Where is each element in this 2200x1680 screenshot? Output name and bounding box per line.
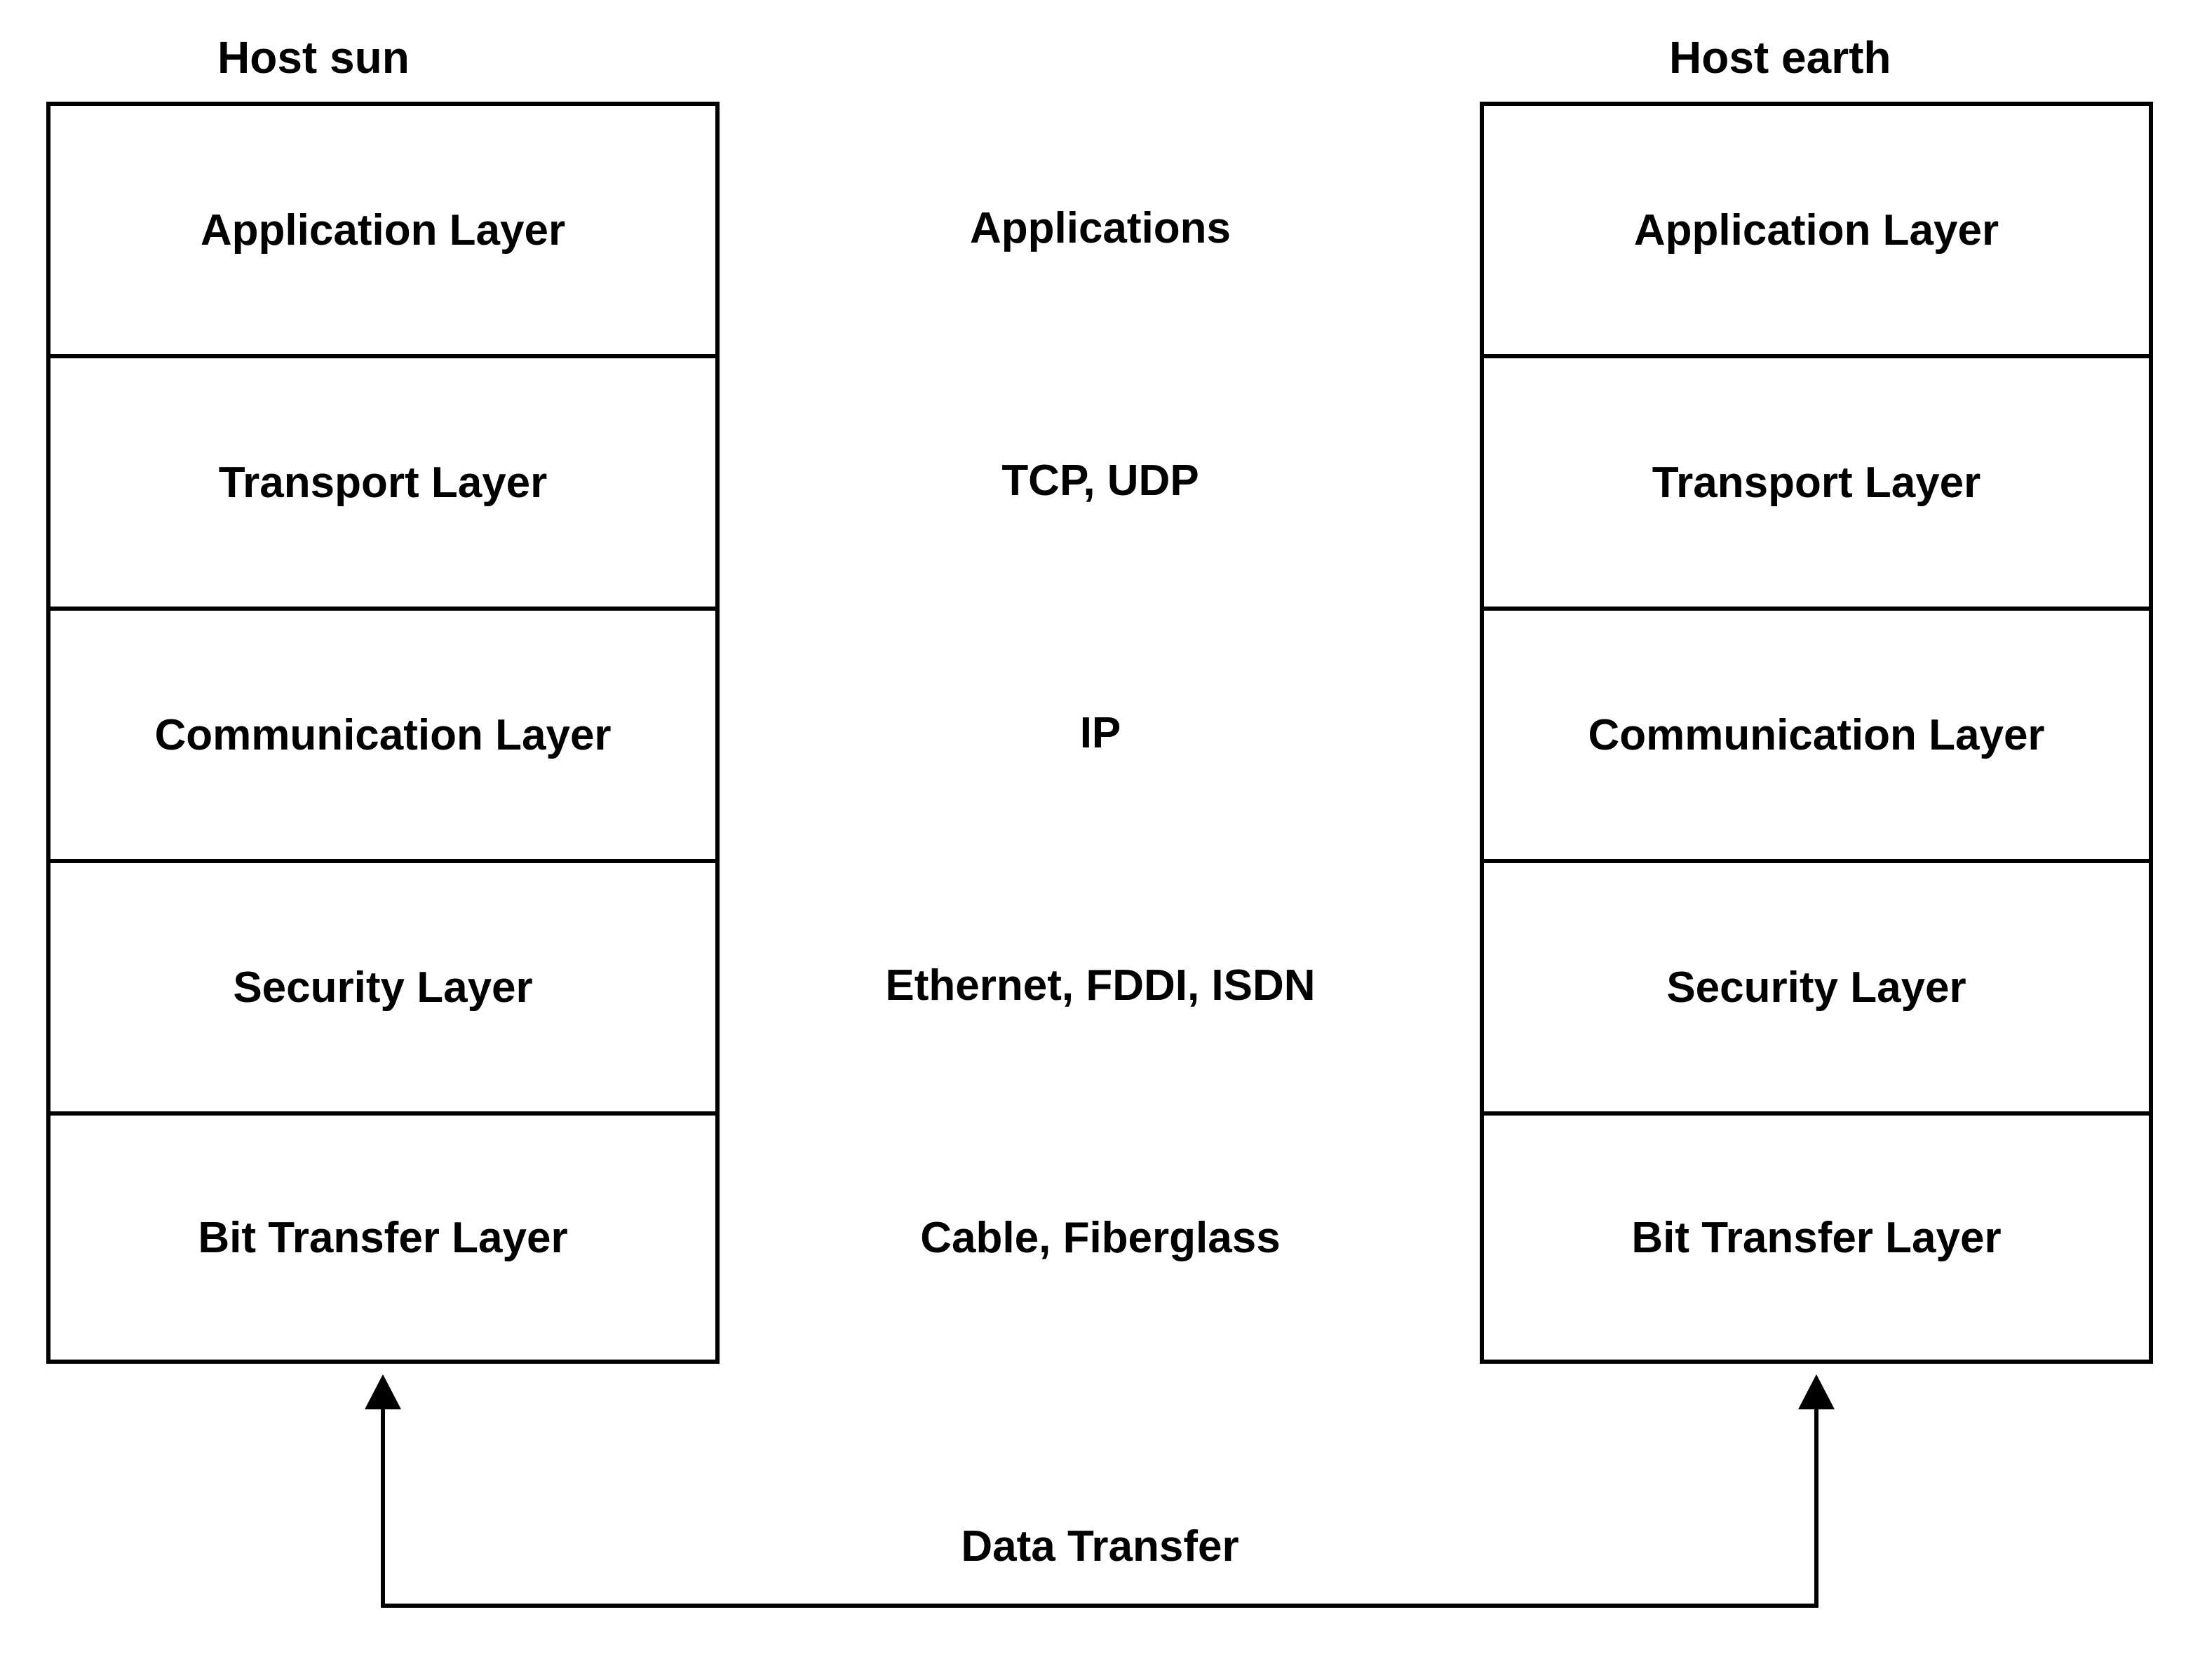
stack-left: Application Layer Transport Layer Commun… xyxy=(46,102,720,1364)
right-layer-communication: Communication Layer xyxy=(1480,607,2153,859)
right-layer-security: Security Layer xyxy=(1480,859,2153,1111)
middle-cable: Cable, Fiberglass xyxy=(731,1111,1470,1364)
left-layer-transport: Transport Layer xyxy=(46,354,720,607)
host-sun-title: Host sun xyxy=(217,32,410,83)
middle-column: Applications TCP, UDP IP Ethernet, FDDI,… xyxy=(731,102,1470,1364)
right-layer-transport: Transport Layer xyxy=(1480,354,2153,607)
layer-diagram: Host sun Host earth Application Layer Tr… xyxy=(0,0,2200,1680)
left-layer-bit-transfer: Bit Transfer Layer xyxy=(46,1111,720,1364)
right-layer-bit-transfer: Bit Transfer Layer xyxy=(1480,1111,2153,1364)
left-layer-application: Application Layer xyxy=(46,102,720,354)
left-layer-communication: Communication Layer xyxy=(46,607,720,859)
middle-ip: IP xyxy=(731,607,1470,859)
right-layer-application: Application Layer xyxy=(1480,102,2153,354)
host-earth-title: Host earth xyxy=(1669,32,1891,83)
stack-right: Application Layer Transport Layer Commun… xyxy=(1480,102,2153,1364)
left-layer-security: Security Layer xyxy=(46,859,720,1111)
middle-ethernet: Ethernet, FDDI, ISDN xyxy=(731,859,1470,1111)
middle-tcp-udp: TCP, UDP xyxy=(731,354,1470,607)
data-transfer-label: Data Transfer xyxy=(961,1522,1239,1571)
middle-applications: Applications xyxy=(731,102,1470,354)
